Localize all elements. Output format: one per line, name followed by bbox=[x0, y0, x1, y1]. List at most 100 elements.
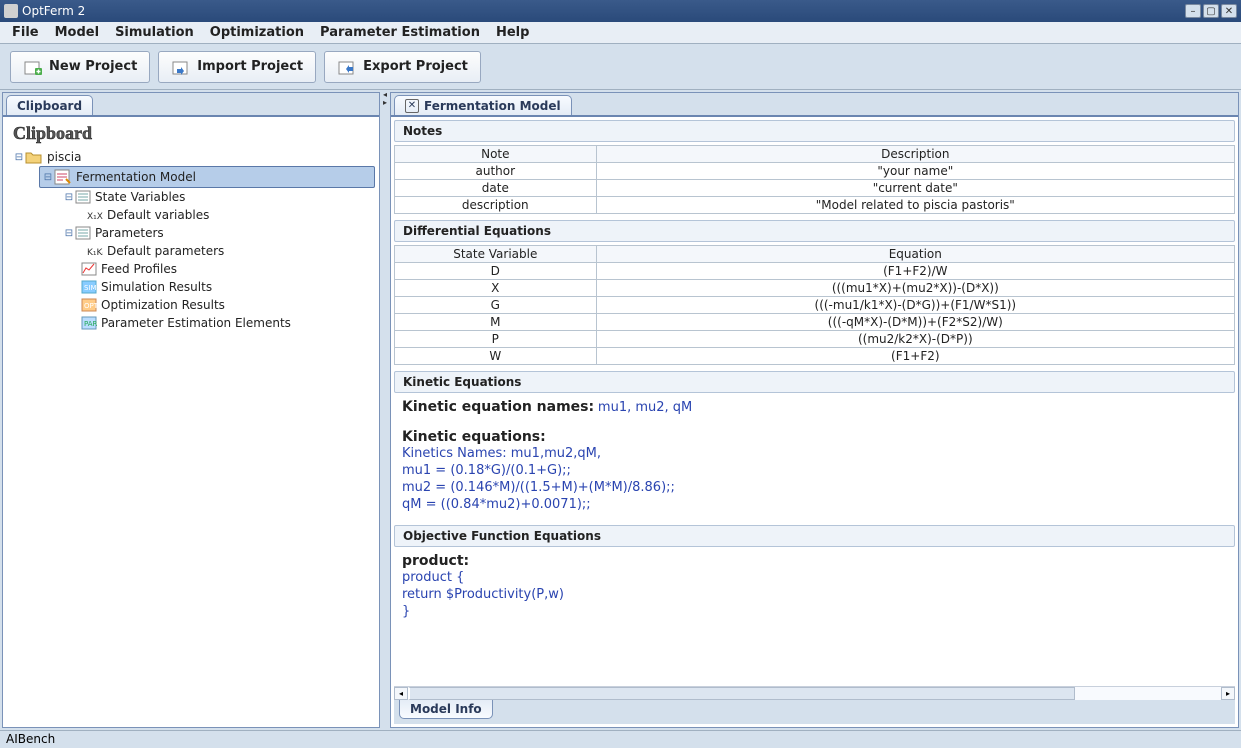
objfn-line: product { bbox=[402, 569, 1227, 586]
table-row[interactable]: D(F1+F2)/W bbox=[395, 263, 1235, 280]
tab-model-info-label: Model Info bbox=[410, 702, 482, 716]
scroll-right-button[interactable]: ▸ bbox=[1221, 687, 1235, 700]
content-panel: ✕ Fermentation Model Notes Note Descript… bbox=[390, 92, 1239, 728]
tree-node-parameters[interactable]: ⊟ Parameters bbox=[61, 224, 375, 242]
menu-file[interactable]: File bbox=[4, 23, 47, 42]
close-button[interactable]: ✕ bbox=[1221, 4, 1237, 18]
col-state-var: State Variable bbox=[395, 246, 597, 263]
svg-text:OPT: OPT bbox=[84, 302, 97, 310]
minimize-button[interactable]: – bbox=[1185, 4, 1201, 18]
menu-optimization[interactable]: Optimization bbox=[202, 23, 312, 42]
sim-icon: SIM bbox=[81, 280, 97, 294]
svg-text:K₁Kₙ: K₁Kₙ bbox=[87, 248, 103, 257]
menu-parameter-estimation[interactable]: Parameter Estimation bbox=[312, 23, 488, 42]
col-equation: Equation bbox=[596, 246, 1234, 263]
export-project-icon bbox=[337, 58, 357, 76]
col-note: Note bbox=[395, 146, 597, 163]
notes-table: Note Description author"your name" date"… bbox=[394, 145, 1235, 214]
horizontal-scrollbar[interactable]: ◂ ▸ bbox=[394, 686, 1235, 700]
table-row[interactable]: P((mu2/k2*X)-(D*P)) bbox=[395, 331, 1235, 348]
tab-clipboard[interactable]: Clipboard bbox=[6, 95, 93, 115]
scroll-thumb[interactable] bbox=[408, 687, 1075, 700]
tree-node-project[interactable]: ⊟ piscia bbox=[11, 148, 375, 166]
kinetic-block: Kinetic equation names: mu1, mu2, qM Kin… bbox=[394, 393, 1235, 519]
table-row[interactable]: date"current date" bbox=[395, 180, 1235, 197]
svg-text:SIM: SIM bbox=[84, 284, 97, 292]
table-row[interactable]: X(((mu1*X)+(mu2*X))-(D*X)) bbox=[395, 280, 1235, 297]
new-project-button[interactable]: New Project bbox=[10, 51, 150, 83]
tree-node-state-variables[interactable]: ⊟ State Variables bbox=[61, 188, 375, 206]
kin-line: mu2 = (0.146*M)/((1.5+M)+(M*M)/8.86);; bbox=[402, 479, 1227, 496]
content-scroll[interactable]: Notes Note Description author"your name"… bbox=[394, 120, 1235, 686]
objfn-line: } bbox=[402, 603, 1227, 620]
variables-icon bbox=[75, 190, 91, 204]
menu-help[interactable]: Help bbox=[488, 23, 537, 42]
tree-label-feed: Feed Profiles bbox=[101, 262, 177, 276]
tree-node-default-variables[interactable]: X₁Xₙ Default variables bbox=[85, 206, 375, 224]
table-row[interactable]: G(((-mu1/k1*X)-(D*G))+(F1/W*S1)) bbox=[395, 297, 1235, 314]
statusbar-text: AIBench bbox=[6, 732, 55, 746]
expand-toggle-icon[interactable]: ⊟ bbox=[63, 228, 75, 239]
expand-toggle-icon[interactable]: ⊟ bbox=[42, 172, 54, 183]
opt-icon: OPT bbox=[81, 298, 97, 312]
svg-text:X₁Xₙ: X₁Xₙ bbox=[87, 212, 103, 221]
tab-clipboard-label: Clipboard bbox=[17, 99, 82, 113]
folder-icon bbox=[25, 150, 43, 164]
close-tab-icon[interactable]: ✕ bbox=[405, 99, 419, 113]
sidebar-body: Clipboard ⊟ piscia ⊟ Fermentation Model bbox=[3, 115, 379, 727]
tree-label-default-params: Default parameters bbox=[107, 244, 224, 258]
tab-fermentation-model[interactable]: ✕ Fermentation Model bbox=[394, 95, 572, 115]
kn-icon: K₁Kₙ bbox=[87, 245, 103, 257]
tree-label-default-vars: Default variables bbox=[107, 208, 209, 222]
maximize-button[interactable]: ▢ bbox=[1203, 4, 1219, 18]
import-project-label: Import Project bbox=[197, 59, 303, 74]
tab-fermentation-label: Fermentation Model bbox=[424, 99, 561, 113]
import-project-icon bbox=[171, 58, 191, 76]
model-icon bbox=[54, 169, 72, 185]
table-row[interactable]: author"your name" bbox=[395, 163, 1235, 180]
tree-node-default-parameters[interactable]: K₁Kₙ Default parameters bbox=[85, 242, 375, 260]
kin-names-label: Kinetic equation names: bbox=[402, 399, 594, 415]
toolbar: New Project Import Project Export Projec… bbox=[0, 44, 1241, 90]
menu-simulation[interactable]: Simulation bbox=[107, 23, 202, 42]
expand-toggle-icon[interactable]: ⊟ bbox=[63, 192, 75, 203]
tree-label-model: Fermentation Model bbox=[76, 170, 196, 184]
import-project-button[interactable]: Import Project bbox=[158, 51, 316, 83]
expand-toggle-icon[interactable]: ⊟ bbox=[13, 152, 25, 163]
new-project-label: New Project bbox=[49, 59, 137, 74]
table-row[interactable]: description"Model related to piscia past… bbox=[395, 197, 1235, 214]
window-title: OptFerm 2 bbox=[22, 4, 1183, 18]
table-row[interactable]: M(((-qM*X)-(D*M))+(F2*S2)/W) bbox=[395, 314, 1235, 331]
xn-icon: X₁Xₙ bbox=[87, 209, 103, 221]
menubar: File Model Simulation Optimization Param… bbox=[0, 22, 1241, 44]
tree-node-feed-profiles[interactable]: Feed Profiles bbox=[61, 260, 375, 278]
par-icon: PAR bbox=[81, 316, 97, 330]
project-tree[interactable]: ⊟ piscia ⊟ Fermentation Model ⊟ bbox=[7, 148, 375, 332]
tree-node-simulation-results[interactable]: SIM Simulation Results bbox=[61, 278, 375, 296]
kin-line: Kinetics Names: mu1,mu2,qM, bbox=[402, 445, 1227, 462]
objfn-label: product: bbox=[402, 553, 1227, 569]
scroll-left-button[interactable]: ◂ bbox=[394, 687, 408, 700]
feed-icon bbox=[81, 262, 97, 276]
panel-splitter[interactable]: ◂ ▸ bbox=[382, 90, 388, 730]
clipboard-heading: Clipboard bbox=[7, 123, 375, 148]
table-row[interactable]: W(F1+F2) bbox=[395, 348, 1235, 365]
svg-text:PAR: PAR bbox=[84, 320, 97, 328]
kin-names-value: mu1, mu2, qM bbox=[598, 400, 692, 415]
new-project-icon bbox=[23, 58, 43, 76]
tree-node-fermentation-model[interactable]: ⊟ Fermentation Model bbox=[39, 166, 375, 188]
tree-label-opt: Optimization Results bbox=[101, 298, 225, 312]
tree-label-project: piscia bbox=[47, 150, 82, 164]
menu-model[interactable]: Model bbox=[47, 23, 107, 42]
tab-model-info[interactable]: Model Info bbox=[399, 700, 493, 719]
scroll-track[interactable] bbox=[408, 687, 1221, 700]
tree-node-param-est-elements[interactable]: PAR Parameter Estimation Elements bbox=[61, 314, 375, 332]
clipboard-panel: Clipboard Clipboard ⊟ piscia ⊟ bbox=[2, 92, 380, 728]
objfn-block: product: product { return $Productivity(… bbox=[394, 547, 1235, 626]
collapse-right-icon[interactable]: ▸ bbox=[383, 99, 387, 107]
export-project-button[interactable]: Export Project bbox=[324, 51, 481, 83]
kinetic-header: Kinetic Equations bbox=[394, 371, 1235, 393]
statusbar: AIBench bbox=[0, 730, 1241, 748]
diffeq-table: State Variable Equation D(F1+F2)/W X(((m… bbox=[394, 245, 1235, 365]
tree-node-optimization-results[interactable]: OPT Optimization Results bbox=[61, 296, 375, 314]
